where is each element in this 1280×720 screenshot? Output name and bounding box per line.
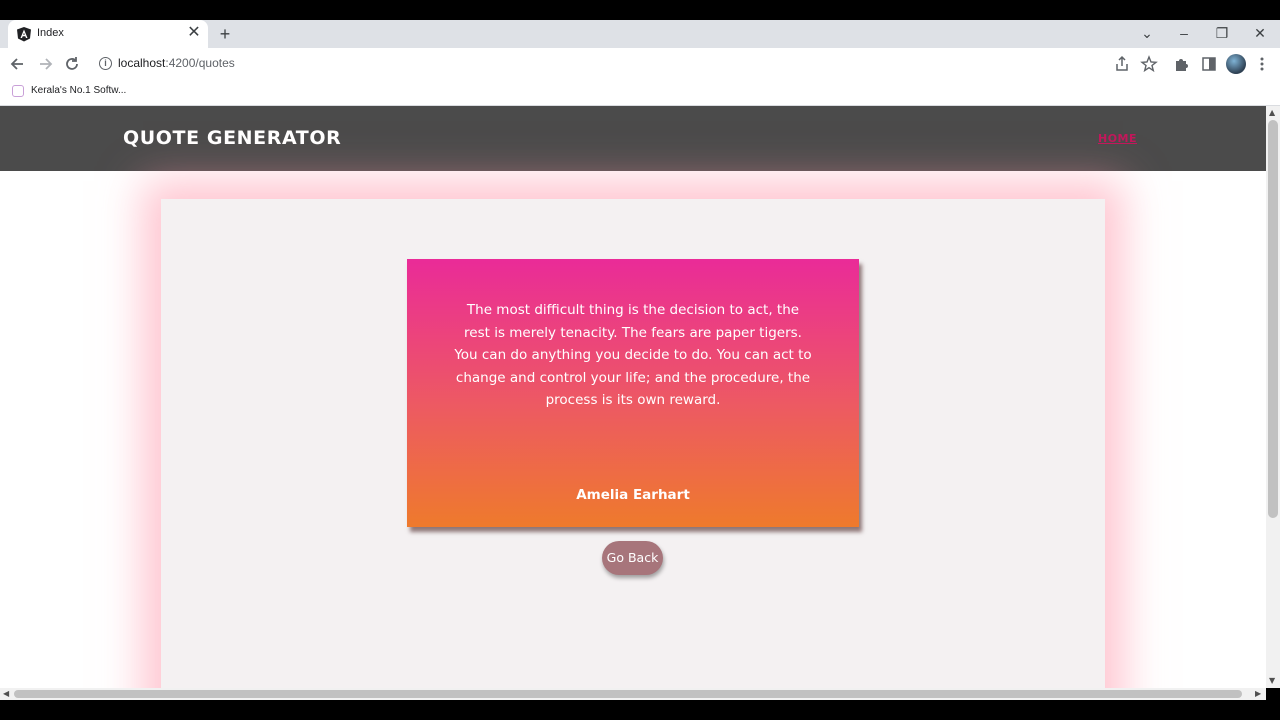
side-panel-icon[interactable] (1200, 55, 1218, 73)
address-bar[interactable]: i localhost:4200/quotes (90, 51, 1162, 77)
quote-card: The most difficult thing is the decision… (407, 259, 859, 527)
share-icon[interactable] (1113, 55, 1131, 73)
quote-text: The most difficult thing is the decision… (454, 302, 812, 408)
horizontal-scrollbar[interactable]: ◀ ▶ (0, 688, 1266, 700)
scroll-left-icon[interactable]: ◀ (3, 689, 9, 698)
new-tab-button[interactable]: + (216, 24, 234, 44)
profile-avatar[interactable] (1226, 54, 1246, 74)
scroll-down-icon[interactable]: ▼ (1269, 676, 1277, 685)
tab-search-icon[interactable]: ⌄ (1137, 24, 1157, 42)
vertical-scroll-thumb[interactable] (1268, 120, 1278, 518)
quote-panel: The most difficult thing is the decision… (161, 199, 1105, 688)
quote-author: Amelia Earhart (576, 487, 690, 503)
site-info-icon[interactable]: i (99, 57, 112, 70)
nav-home-link[interactable]: HOME (1098, 132, 1137, 145)
tab-title: Index (37, 27, 64, 39)
close-window-button[interactable]: ✕ (1250, 24, 1270, 42)
arrow-right-icon[interactable] (35, 54, 55, 74)
minimize-button[interactable]: – (1174, 24, 1194, 42)
horizontal-scroll-thumb[interactable] (14, 690, 1242, 698)
url-text: localhost:4200/quotes (118, 56, 235, 70)
page-viewport: QUOTE GENERATOR HOME The most difficult … (0, 106, 1266, 688)
bookmark-favicon-icon (12, 85, 24, 97)
brand-title: QUOTE GENERATOR (123, 127, 342, 149)
tab-index[interactable]: Index ✕ (8, 20, 208, 48)
reload-icon[interactable] (62, 54, 82, 74)
angular-icon (17, 27, 31, 42)
go-back-button[interactable]: Go Back (602, 541, 663, 575)
browser-toolbar: i localhost:4200/quotes (0, 48, 1280, 80)
vertical-scrollbar[interactable]: ▲ ▼ (1266, 106, 1280, 688)
tab-close-icon[interactable]: ✕ (186, 24, 202, 42)
tab-strip: Index ✕ + ⌄ – ❐ ✕ (0, 20, 1280, 48)
restore-button[interactable]: ❐ (1212, 24, 1232, 42)
os-top-bar (0, 0, 1280, 20)
site-header: QUOTE GENERATOR HOME (0, 106, 1266, 171)
scroll-up-icon[interactable]: ▲ (1269, 108, 1277, 117)
os-bottom-bar (0, 700, 1280, 720)
star-icon[interactable] (1140, 55, 1158, 73)
bookmark-item[interactable]: Kerala's No.1 Softw... (31, 85, 126, 96)
puzzle-icon[interactable] (1173, 55, 1191, 73)
kebab-menu-icon[interactable] (1253, 55, 1271, 73)
bookmarks-bar: Kerala's No.1 Softw... (0, 80, 1280, 106)
arrow-left-icon[interactable] (8, 54, 28, 74)
scroll-right-icon[interactable]: ▶ (1255, 689, 1261, 698)
